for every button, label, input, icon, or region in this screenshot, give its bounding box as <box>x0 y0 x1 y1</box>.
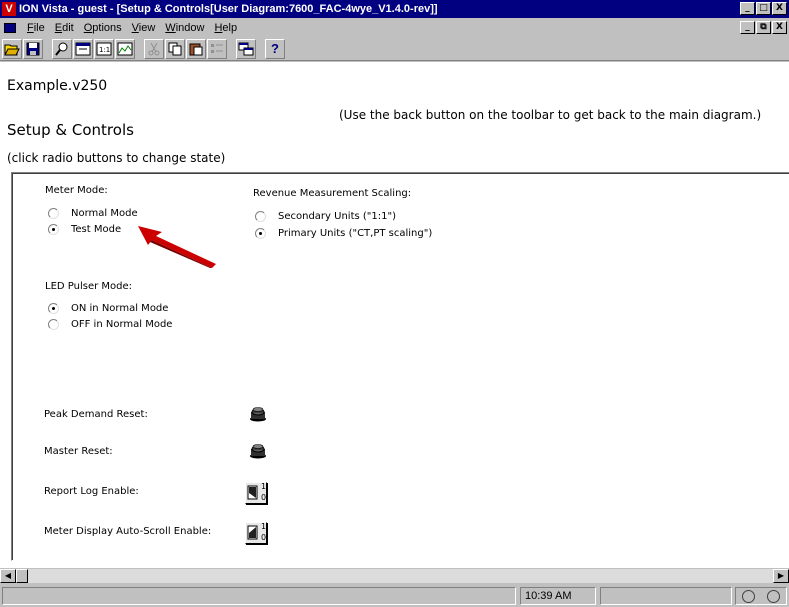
copy-icon[interactable] <box>165 38 185 59</box>
toggle-off-label: 0 <box>261 533 267 542</box>
help-icon[interactable]: ? <box>265 38 285 59</box>
open-icon[interactable] <box>2 38 22 59</box>
scroll-track[interactable] <box>16 569 773 583</box>
radio-label: OFF in Normal Mode <box>71 319 173 330</box>
view-icon[interactable] <box>73 38 93 59</box>
peak-demand-reset-label: Peak Demand Reset: <box>44 409 148 420</box>
cut-icon[interactable] <box>144 38 164 59</box>
ion-vista-app-icon[interactable]: V <box>2 2 16 16</box>
menu-options[interactable]: Options <box>79 22 127 34</box>
radio-normal-mode[interactable]: Normal Mode <box>48 208 138 219</box>
radio-button[interactable] <box>48 208 59 219</box>
document-icon[interactable] <box>4 22 16 33</box>
title-bar[interactable]: V ION Vista - guest - [Setup & Controls[… <box>0 0 789 18</box>
horizontal-scrollbar[interactable]: ◀ ▶ <box>0 567 789 583</box>
radio-button-checked[interactable] <box>255 228 266 239</box>
auto-scroll-enable-label: Meter Display Auto-Scroll Enable: <box>44 526 212 537</box>
doc-close-button[interactable]: X <box>772 21 787 34</box>
diagram-canvas: Example.v250 (Use the back button on the… <box>0 62 789 567</box>
radio-test-mode[interactable]: Test Mode <box>48 224 121 235</box>
peak-demand-reset-button-icon[interactable] <box>249 406 267 422</box>
radio-primary-units[interactable]: Primary Units ("CT,PT scaling") <box>255 228 432 239</box>
status-indicator-icon <box>767 589 780 603</box>
page-title: Setup & Controls <box>7 121 134 139</box>
menu-window[interactable]: Window <box>160 22 209 34</box>
radio-off-in-normal-mode[interactable]: OFF in Normal Mode <box>48 319 172 330</box>
scale-icon[interactable]: 1:1 <box>94 38 114 59</box>
menu-help[interactable]: Help <box>209 22 242 34</box>
radio-label: ON in Normal Mode <box>71 303 169 314</box>
radio-button-checked[interactable] <box>48 224 59 235</box>
maximize-button[interactable]: □ <box>756 2 771 15</box>
window-title: ION Vista - guest - [Setup & Controls[Us… <box>19 3 438 15</box>
paste-icon[interactable] <box>186 38 206 59</box>
radio-on-in-normal-mode[interactable]: ON in Normal Mode <box>48 303 168 314</box>
close-button[interactable]: X <box>772 2 787 15</box>
status-message-pane <box>2 587 516 605</box>
window-controls: _ □ X <box>740 2 787 15</box>
scroll-thumb[interactable] <box>16 569 28 583</box>
status-pane-empty <box>600 587 732 605</box>
menu-edit[interactable]: Edit <box>50 22 79 34</box>
menu-bar: File Edit Options View Window Help _ ⧉ X <box>0 18 789 37</box>
master-reset-button-icon[interactable] <box>249 443 267 459</box>
report-log-enable-label: Report Log Enable: <box>44 486 139 497</box>
toggle-off-label: 0 <box>261 493 267 502</box>
menu-file[interactable]: File <box>22 22 50 34</box>
meter-mode-label: Meter Mode: <box>45 185 108 196</box>
toolbar: 1:1 ? <box>0 37 789 61</box>
status-indicators <box>735 587 787 605</box>
red-pointer-arrow-icon <box>138 226 216 268</box>
save-icon[interactable] <box>23 38 43 59</box>
revenue-scaling-label: Revenue Measurement Scaling: <box>253 188 412 199</box>
scroll-right-button[interactable]: ▶ <box>773 569 789 583</box>
radio-label: Test Mode <box>71 224 122 235</box>
radio-label: Secondary Units ("1:1") <box>278 211 396 222</box>
window-icon[interactable] <box>236 38 256 59</box>
radio-button[interactable] <box>48 319 59 330</box>
status-bar: 10:39 AM <box>0 584 789 607</box>
toggle-on-label: 1 <box>261 522 267 531</box>
radio-label: Primary Units ("CT,PT scaling") <box>278 228 433 239</box>
doc-minimize-button[interactable]: _ <box>740 21 755 34</box>
status-indicator-icon <box>742 589 755 603</box>
document-window-controls: _ ⧉ X <box>740 21 787 34</box>
radio-secondary-units[interactable]: Secondary Units ("1:1") <box>255 211 396 222</box>
diagram-icon[interactable] <box>115 38 135 59</box>
status-time: 10:39 AM <box>520 587 596 605</box>
doc-restore-button[interactable]: ⧉ <box>756 21 771 34</box>
list-icon[interactable] <box>207 38 227 59</box>
menu-view[interactable]: View <box>127 22 161 34</box>
radio-label: Normal Mode <box>71 208 138 219</box>
toggle-on-label: 1 <box>261 482 267 491</box>
svg-text:1:1: 1:1 <box>99 46 110 54</box>
master-reset-label: Master Reset: <box>44 446 113 457</box>
radio-button-checked[interactable] <box>48 303 59 314</box>
scroll-left-button[interactable]: ◀ <box>0 569 16 583</box>
instruction-note: (click radio buttons to change state) <box>7 151 226 165</box>
app-window: V ION Vista - guest - [Setup & Controls[… <box>0 0 789 607</box>
controls-panel: Meter Mode: Normal Mode Test Mode Revenu… <box>11 172 789 561</box>
back-note: (Use the back button on the toolbar to g… <box>339 108 762 122</box>
radio-button[interactable] <box>255 211 266 222</box>
minimize-button[interactable]: _ <box>740 2 755 15</box>
led-pulser-label: LED Pulser Mode: <box>45 281 133 292</box>
document-title: Example.v250 <box>7 78 108 94</box>
find-icon[interactable] <box>52 38 72 59</box>
